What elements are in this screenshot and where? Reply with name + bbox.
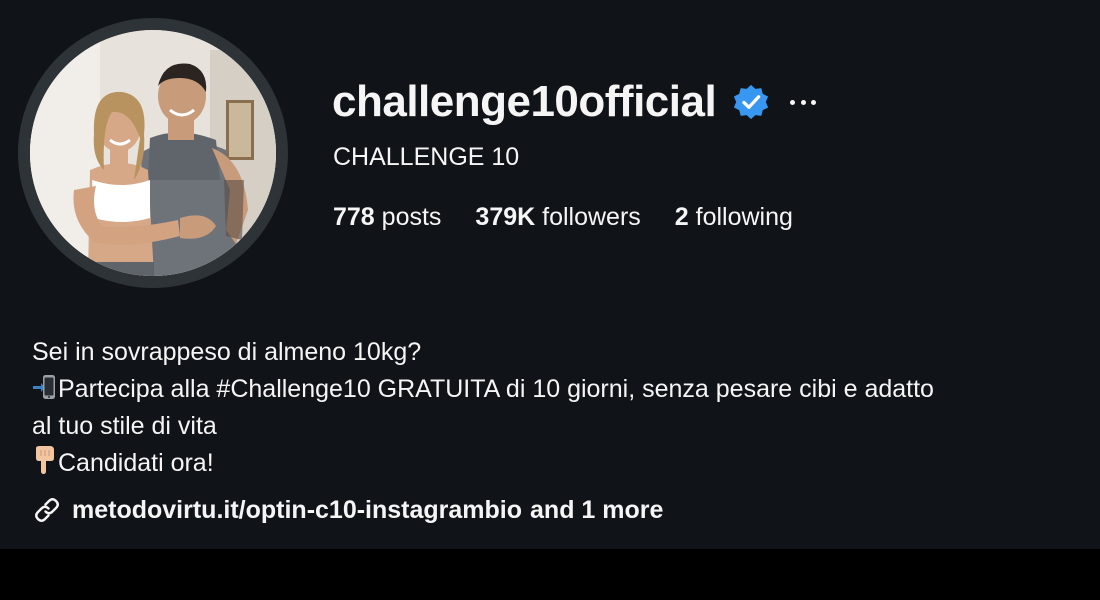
bio-line-apply-text: Candidati ora! [58, 449, 214, 477]
bio-line-challenge: Partecipa alla #Challenge10 GRATUITA di … [32, 371, 1092, 408]
bio-link[interactable]: metodovirtu.it/optin-c10-instagrambio [72, 496, 522, 525]
posts-count-label: posts [374, 203, 442, 231]
verified-badge-icon [734, 84, 769, 120]
bio-line-challenge-text: Partecipa alla #Challenge10 GRATUITA di … [58, 375, 934, 403]
profile-header: challenge10official CHALLENGE 10 778 pos… [0, 0, 1100, 549]
followers-count-label: followers [535, 203, 641, 231]
mobile-phone-arrow-icon [33, 375, 55, 399]
following-count-label: following [688, 203, 793, 231]
username: challenge10official [332, 77, 717, 126]
bio-line-apply: Candidati ora! [32, 445, 1092, 482]
bio-line-lifestyle: al tuo stile di vita [32, 412, 217, 440]
more-links-button[interactable]: and 1 more [530, 496, 663, 525]
external-links: metodovirtu.it/optin-c10-instagrambio an… [32, 495, 663, 525]
posts-count-value: 778 [333, 203, 375, 231]
posts-count: 778 posts [333, 203, 441, 232]
pointing-down-hand-icon [36, 446, 54, 474]
profile-photo [30, 30, 276, 276]
more-options-icon[interactable] [790, 92, 817, 112]
bio-line-question: Sei in sovrappeso di almeno 10kg? [32, 338, 422, 366]
followers-link[interactable]: 379K followers [475, 203, 640, 232]
full-name: CHALLENGE 10 [333, 143, 520, 171]
link-icon [35, 498, 59, 522]
following-count-value: 2 [674, 203, 689, 231]
following-link[interactable]: 2 following [675, 203, 793, 232]
profile-stats: 778 posts 379K followers 2 following [333, 203, 827, 232]
avatar[interactable] [30, 30, 276, 276]
username-row: challenge10official [332, 72, 817, 132]
bio: Sei in sovrappeso di almeno 10kg? Partec… [32, 334, 1092, 482]
followers-count-value: 379K [475, 203, 536, 231]
